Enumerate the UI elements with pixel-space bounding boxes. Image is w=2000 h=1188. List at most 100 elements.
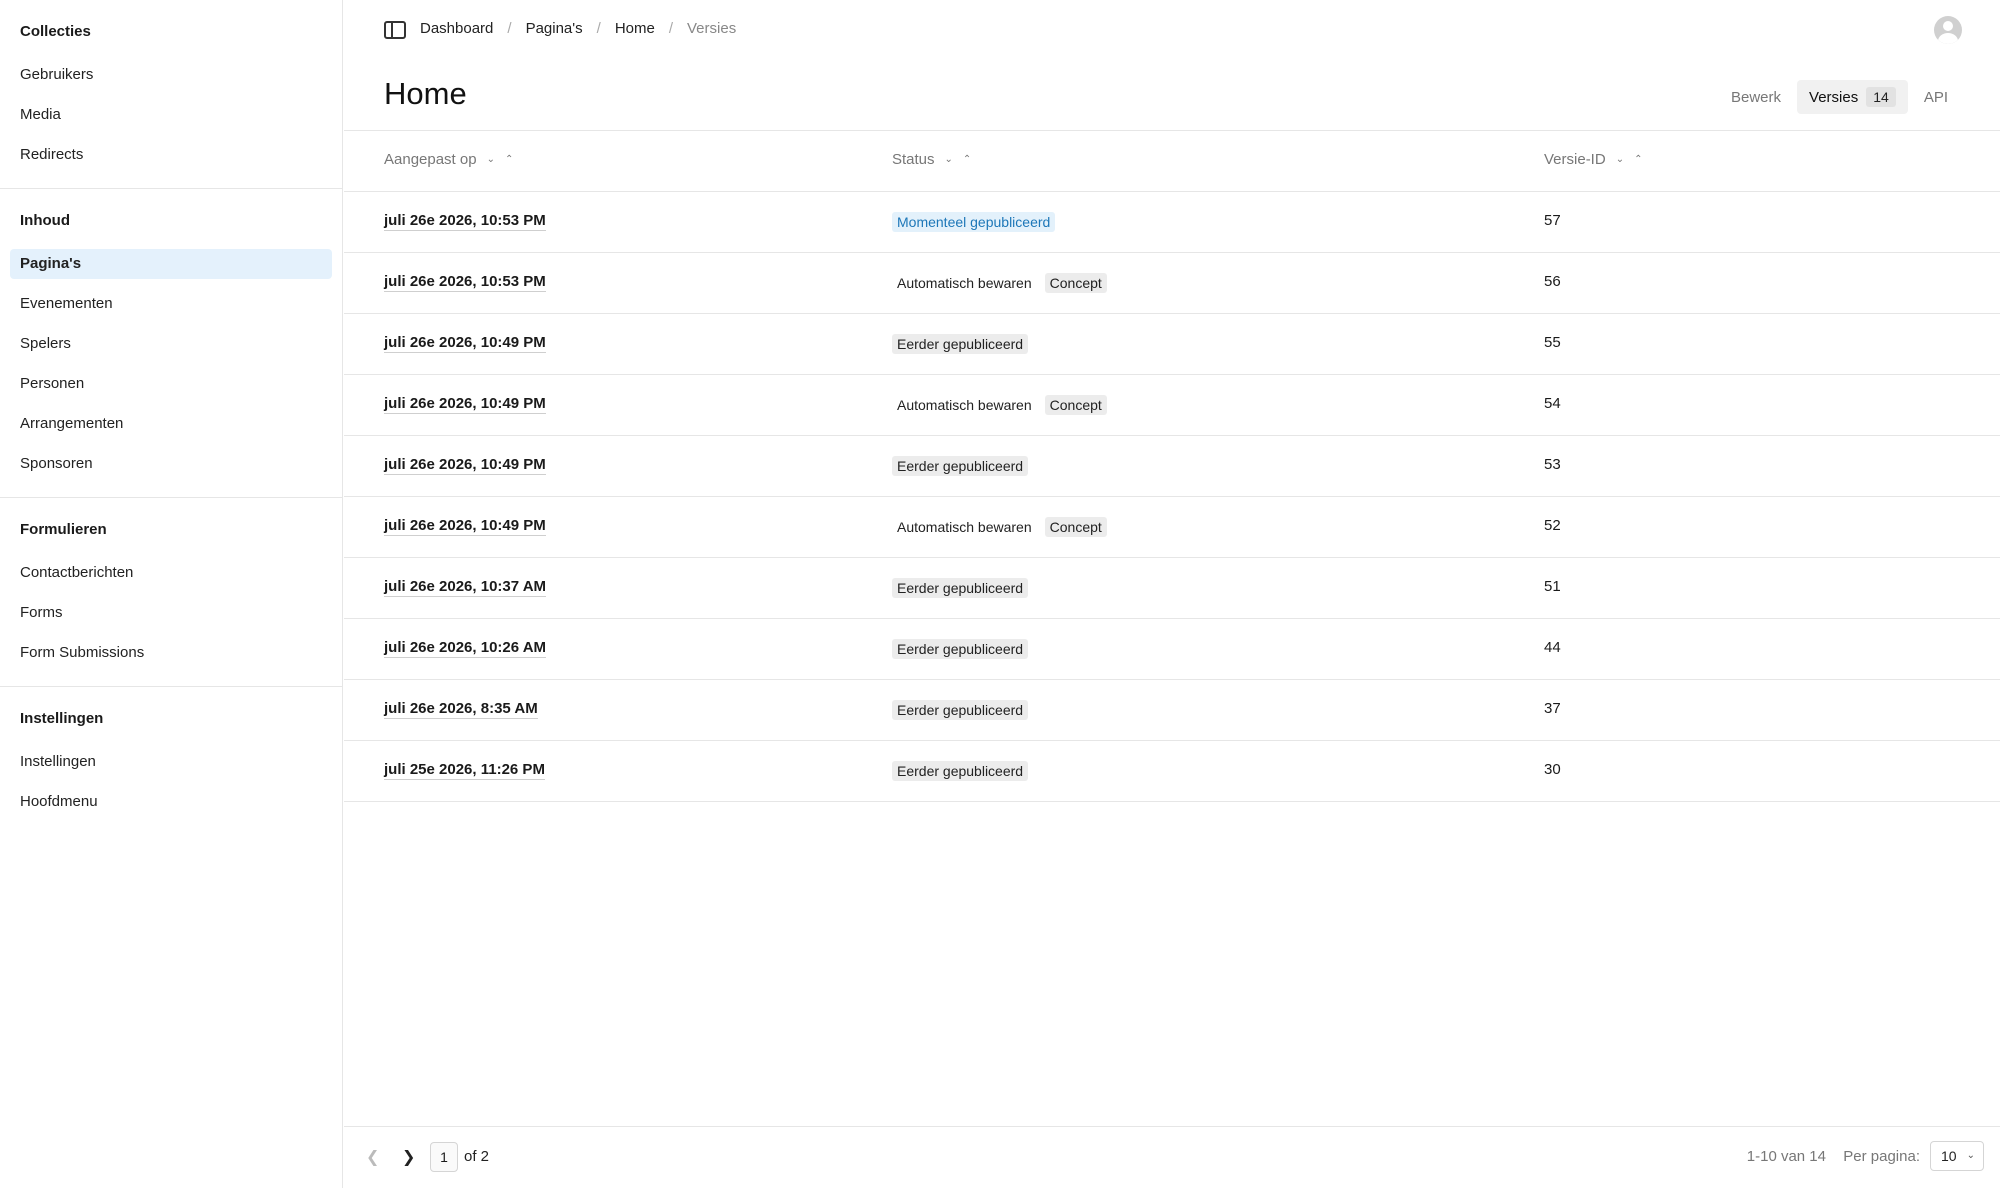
breadcrumb-pages[interactable]: Pagina's: [526, 20, 583, 37]
current-page-input[interactable]: 1: [430, 1142, 458, 1172]
version-date-link[interactable]: juli 26e 2026, 10:53 PM: [384, 212, 546, 231]
sidebar-item[interactable]: Gebruikers: [10, 60, 332, 90]
sidebar-item[interactable]: Media: [10, 100, 332, 130]
sidebar-item[interactable]: Arrangementen: [10, 409, 332, 439]
page-count: of 2: [464, 1148, 490, 1165]
chevron-right-icon[interactable]: ❯: [402, 1147, 415, 1167]
sidebar-item[interactable]: Spelers: [10, 329, 332, 359]
sort-desc-icon[interactable]: ⌄: [1616, 154, 1624, 165]
sidebar-group-title[interactable]: Formulieren: [10, 518, 332, 538]
cell-version-id: 51: [1544, 578, 1561, 595]
sort-desc-icon[interactable]: ⌄: [945, 154, 953, 165]
status-badge: Eerder gepubliceerd: [892, 700, 1029, 720]
version-date-link[interactable]: juli 26e 2026, 10:37 AM: [384, 578, 547, 597]
versions-table: Aangepast op ⌄ ⌃ Status ⌄ ⌃ Versie-ID ⌄ …: [344, 131, 2000, 802]
table-row[interactable]: juli 25e 2026, 11:26 PM Eerder gepublicee…: [344, 741, 2000, 802]
cell-status: Eerder gepubliceerd: [892, 761, 1029, 781]
cell-status: Momenteel gepubliceerd: [892, 212, 1056, 232]
sidebar-group-title[interactable]: Inhoud: [10, 209, 332, 229]
cell-status: Automatisch bewaren Concept: [892, 273, 1107, 293]
version-date-link[interactable]: juli 26e 2026, 10:53 PM: [384, 273, 546, 292]
table-row[interactable]: juli 26e 2026, 10:49 PM Automatisch bewar…: [344, 375, 2000, 436]
sidebar-item[interactable]: Form Submissions: [10, 638, 332, 668]
column-header-modified: Aangepast op ⌄ ⌃: [384, 151, 513, 168]
table-row[interactable]: juli 26e 2026, 10:49 PM Automatisch bewar…: [344, 497, 2000, 558]
per-page-value: 10: [1941, 1148, 1957, 1164]
table-row[interactable]: juli 26e 2026, 10:49 PM Eerder gepublicee…: [344, 436, 2000, 497]
column-header-version-id: Versie-ID ⌄ ⌃: [1544, 151, 1642, 168]
chevron-down-icon: ⌄: [1966, 1150, 1975, 1161]
table-row[interactable]: juli 26e 2026, 10:53 PM Momenteel gepubli…: [344, 192, 2000, 253]
sidebar-item[interactable]: Sponsoren: [10, 449, 332, 479]
sidebar-item[interactable]: Personen: [10, 369, 332, 399]
table-row[interactable]: juli 26e 2026, 10:37 AM Eerder gepublicee…: [344, 558, 2000, 619]
cell-status: Automatisch bewaren Concept: [892, 517, 1107, 537]
sidebar-group-title[interactable]: Instellingen: [10, 707, 332, 727]
cell-version-id: 37: [1544, 700, 1561, 717]
sidebar-item[interactable]: Forms: [10, 598, 332, 628]
cell-modified: juli 26e 2026, 10:26 AM: [384, 639, 547, 658]
breadcrumb-home[interactable]: Home: [615, 20, 655, 37]
cell-status: Automatisch bewaren Concept: [892, 395, 1107, 415]
breadcrumb-dashboard[interactable]: Dashboard: [420, 20, 493, 37]
version-date-link[interactable]: juli 25e 2026, 11:26 PM: [384, 761, 545, 780]
concept-badge: Concept: [1044, 273, 1107, 293]
sort-asc-icon[interactable]: ⌃: [505, 154, 513, 165]
status-badge: Automatisch bewaren: [897, 275, 1032, 291]
sidebar-item[interactable]: Redirects: [10, 140, 332, 170]
sidebar-group: Inhoud Pagina's Evenementen Spelers Personen…: [0, 189, 342, 498]
sidebar-item[interactable]: Hoofdmenu: [10, 787, 332, 817]
tab-api[interactable]: API: [1912, 82, 1960, 113]
sidebar-toggle-icon[interactable]: [384, 21, 406, 39]
sidebar-item[interactable]: Contactberichten: [10, 558, 332, 588]
sort-asc-icon[interactable]: ⌃: [1634, 154, 1642, 165]
column-header-label: Versie-ID: [1544, 151, 1606, 168]
table-row[interactable]: juli 26e 2026, 10:49 PM Eerder gepublicee…: [344, 314, 2000, 375]
tab-edit[interactable]: Bewerk: [1719, 82, 1793, 113]
column-header-label: Status: [892, 151, 935, 168]
version-date-link[interactable]: juli 26e 2026, 10:49 PM: [384, 456, 546, 475]
avatar-icon[interactable]: [1934, 16, 1962, 44]
per-page-select[interactable]: 10 ⌄: [1930, 1141, 1984, 1171]
cell-version-id: 57: [1544, 212, 1561, 229]
sidebar-item[interactable]: Pagina's: [10, 249, 332, 279]
status-badge: Eerder gepubliceerd: [892, 334, 1029, 354]
cell-version-id: 53: [1544, 456, 1561, 473]
cell-modified: juli 26e 2026, 10:37 AM: [384, 578, 547, 597]
cell-version-id: 55: [1544, 334, 1561, 351]
table-row[interactable]: juli 26e 2026, 8:35 AM Eerder gepubliceer…: [344, 680, 2000, 741]
sidebar-item[interactable]: Evenementen: [10, 289, 332, 319]
chevron-left-icon[interactable]: ❮: [366, 1147, 379, 1167]
version-date-link[interactable]: juli 26e 2026, 10:49 PM: [384, 517, 546, 536]
tab-versions[interactable]: Versies 14: [1797, 80, 1908, 114]
version-date-link[interactable]: juli 26e 2026, 8:35 AM: [384, 700, 538, 719]
sidebar: Collecties Gebruikers Media Redirects Inhoud…: [0, 0, 343, 1188]
table-body: juli 26e 2026, 10:53 PM Momenteel gepubli…: [344, 192, 2000, 802]
cell-modified: juli 26e 2026, 10:53 PM: [384, 212, 546, 231]
cell-version-id: 44: [1544, 639, 1561, 656]
status-badge: Eerder gepubliceerd: [892, 456, 1029, 476]
status-badge: Automatisch bewaren: [897, 519, 1032, 535]
status-badge: Automatisch bewaren: [897, 397, 1032, 413]
table-row[interactable]: juli 26e 2026, 10:53 PM Automatisch bewar…: [344, 253, 2000, 314]
cell-modified: juli 26e 2026, 8:35 AM: [384, 700, 538, 719]
sort-asc-icon[interactable]: ⌃: [963, 154, 971, 165]
cell-version-id: 54: [1544, 395, 1561, 412]
sort-desc-icon[interactable]: ⌄: [487, 154, 495, 165]
table-row[interactable]: juli 26e 2026, 10:26 AM Eerder gepublicee…: [344, 619, 2000, 680]
column-header-status: Status ⌄ ⌃: [892, 151, 971, 168]
sidebar-group-title[interactable]: Collecties: [10, 20, 332, 40]
page-title: Home: [384, 76, 467, 111]
pagination-bar: ❮ ❯ 1 of 2 1-10 van 14 Per pagina: 10 ⌄: [344, 1126, 2000, 1188]
version-date-link[interactable]: juli 26e 2026, 10:49 PM: [384, 395, 546, 414]
version-date-link[interactable]: juli 26e 2026, 10:49 PM: [384, 334, 546, 353]
sidebar-item[interactable]: Instellingen: [10, 747, 332, 777]
cell-status: Eerder gepubliceerd: [892, 456, 1029, 476]
top-bar: Dashboard / Pagina's / Home / Versies: [344, 0, 2000, 60]
title-row: Home Bewerk Versies 14 API: [344, 60, 2000, 131]
cell-modified: juli 26e 2026, 10:49 PM: [384, 456, 546, 475]
cell-version-id: 52: [1544, 517, 1561, 534]
version-date-link[interactable]: juli 26e 2026, 10:26 AM: [384, 639, 547, 658]
breadcrumb-separator: /: [507, 20, 512, 37]
breadcrumb: Dashboard / Pagina's / Home / Versies: [420, 20, 736, 37]
